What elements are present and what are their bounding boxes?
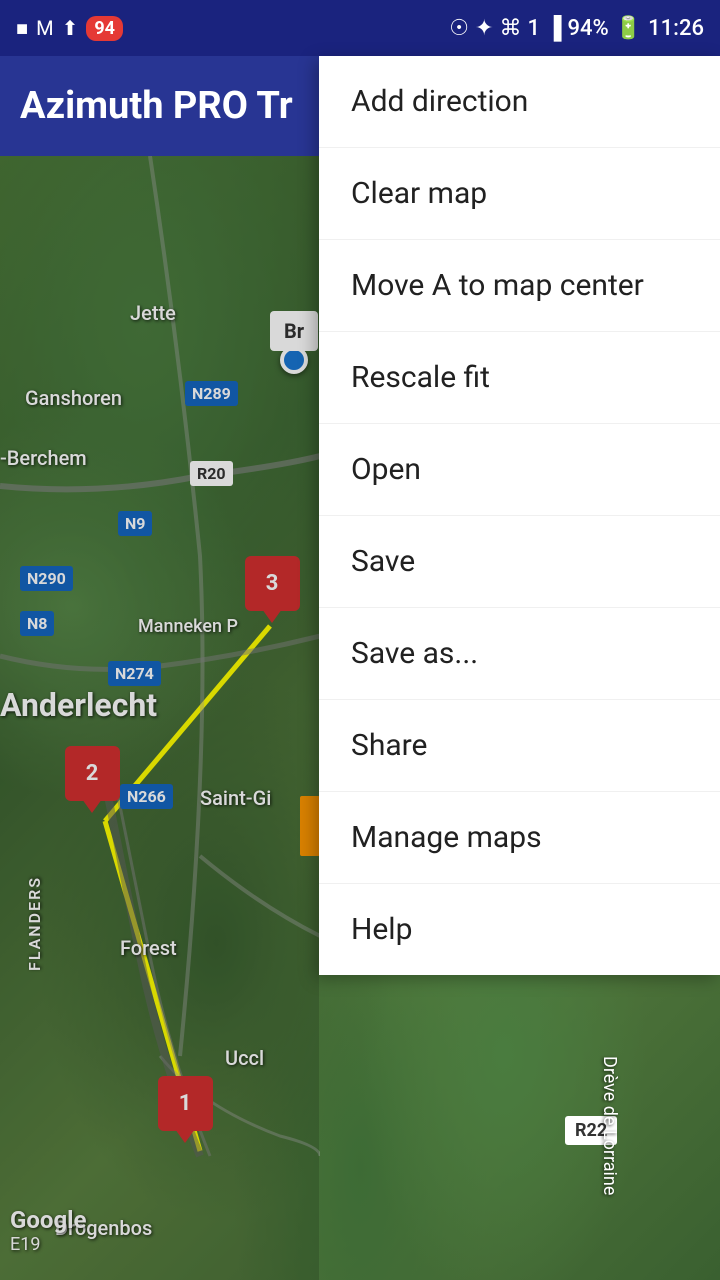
menu-item-save[interactable]: Save [319, 516, 720, 608]
menu-item-save-as[interactable]: Save as... [319, 608, 720, 700]
sim-icon: 1 [527, 16, 540, 41]
status-left-icons: ■ M ⬆ 94 [16, 16, 123, 41]
menu-item-open[interactable]: Open [319, 424, 720, 516]
notification-count: 94 [86, 16, 123, 41]
menu-item-manage-maps[interactable]: Manage maps [319, 792, 720, 884]
clock: 11:26 [648, 16, 704, 41]
upload-icon: ⬆ [62, 16, 79, 40]
dreve-label: Drève de Lorraine [599, 1056, 620, 1195]
menu-item-help[interactable]: Help [319, 884, 720, 975]
status-right-icons: ☉ ✦ ⌘ 1 ▐ 94% 🔋 11:26 [449, 15, 704, 41]
menu-item-add-direction[interactable]: Add direction [319, 56, 720, 148]
battery-text: 94% [568, 16, 609, 41]
status-bar: ■ M ⬆ 94 ☉ ✦ ⌘ 1 ▐ 94% 🔋 11:26 [0, 0, 720, 56]
gps-icon: ☉ [449, 16, 469, 41]
pocket-icon: ■ [16, 16, 28, 41]
wifi-icon: ⌘ [499, 16, 521, 41]
menu-item-rescale-fit[interactable]: Rescale fit [319, 332, 720, 424]
menu-item-move-a-center[interactable]: Move A to map center [319, 240, 720, 332]
signal-icon: ▐ [546, 15, 562, 41]
full-page: ■ M ⬆ 94 ☉ ✦ ⌘ 1 ▐ 94% 🔋 11:26 [0, 0, 720, 1280]
bluetooth-icon: ✦ [475, 16, 493, 41]
app-title: Azimuth PRO Tr [20, 84, 293, 128]
menu-item-share[interactable]: Share [319, 700, 720, 792]
menu-item-clear-map[interactable]: Clear map [319, 148, 720, 240]
battery-icon: 🔋 [615, 16, 642, 41]
gmail-icon: M [36, 16, 53, 40]
dropdown-menu: Add direction Clear map Move A to map ce… [319, 56, 720, 975]
map-dim-overlay[interactable] [0, 156, 319, 1280]
